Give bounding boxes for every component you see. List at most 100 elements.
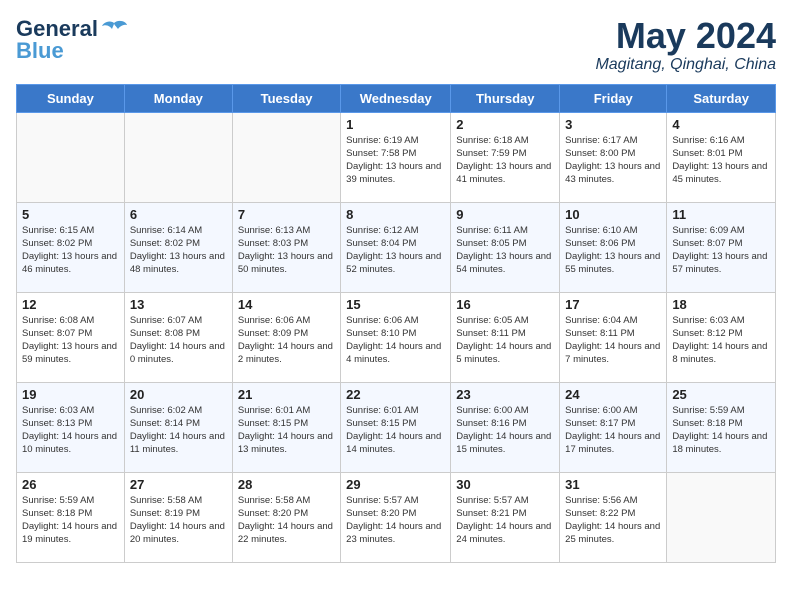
calendar-cell: 9 Sunrise: 6:11 AM Sunset: 8:05 PM Daylig… bbox=[451, 202, 560, 292]
weekday-header: Friday bbox=[560, 84, 667, 112]
cell-sun-info: Sunrise: 6:16 AM Sunset: 8:01 PM Dayligh… bbox=[672, 134, 770, 187]
location-title: Magitang, Qinghai, China bbox=[595, 56, 776, 74]
weekday-header: Monday bbox=[124, 84, 232, 112]
calendar-cell: 5 Sunrise: 6:15 AM Sunset: 8:02 PM Daylig… bbox=[17, 202, 125, 292]
calendar-week-row: 26 Sunrise: 5:59 AM Sunset: 8:18 PM Dayli… bbox=[17, 472, 776, 562]
weekday-header: Sunday bbox=[17, 84, 125, 112]
day-number: 19 bbox=[22, 387, 119, 402]
day-number: 25 bbox=[672, 387, 770, 402]
day-number: 28 bbox=[238, 477, 335, 492]
day-number: 1 bbox=[346, 117, 445, 132]
day-number: 2 bbox=[456, 117, 554, 132]
cell-sun-info: Sunrise: 5:58 AM Sunset: 8:20 PM Dayligh… bbox=[238, 494, 335, 547]
weekday-header: Wednesday bbox=[341, 84, 451, 112]
logo: General Blue bbox=[16, 16, 128, 64]
day-number: 31 bbox=[565, 477, 661, 492]
day-number: 9 bbox=[456, 207, 554, 222]
logo-blue: Blue bbox=[16, 38, 64, 64]
day-number: 11 bbox=[672, 207, 770, 222]
cell-sun-info: Sunrise: 5:59 AM Sunset: 8:18 PM Dayligh… bbox=[672, 404, 770, 457]
day-number: 18 bbox=[672, 297, 770, 312]
calendar-cell: 15 Sunrise: 6:06 AM Sunset: 8:10 PM Dayli… bbox=[341, 292, 451, 382]
page-header: General Blue May 2024 Magitang, Qinghai,… bbox=[16, 16, 776, 74]
calendar-cell: 27Sunrise: 5:58 AM Sunset: 8:19 PM Dayli… bbox=[124, 472, 232, 562]
day-number: 29 bbox=[346, 477, 445, 492]
cell-sun-info: Sunrise: 6:03 AM Sunset: 8:13 PM Dayligh… bbox=[22, 404, 119, 457]
calendar-cell: 16Sunrise: 6:05 AM Sunset: 8:11 PM Dayli… bbox=[451, 292, 560, 382]
calendar-table: SundayMondayTuesdayWednesdayThursdayFrid… bbox=[16, 84, 776, 563]
cell-sun-info: Sunrise: 6:15 AM Sunset: 8:02 PM Dayligh… bbox=[22, 224, 119, 277]
day-number: 7 bbox=[238, 207, 335, 222]
weekday-header-row: SundayMondayTuesdayWednesdayThursdayFrid… bbox=[17, 84, 776, 112]
cell-sun-info: Sunrise: 6:07 AM Sunset: 8:08 PM Dayligh… bbox=[130, 314, 227, 367]
day-number: 26 bbox=[22, 477, 119, 492]
calendar-cell: 8 Sunrise: 6:12 AM Sunset: 8:04 PM Daylig… bbox=[341, 202, 451, 292]
day-number: 5 bbox=[22, 207, 119, 222]
cell-sun-info: Sunrise: 6:06 AM Sunset: 8:09 PM Dayligh… bbox=[238, 314, 335, 367]
calendar-cell: 25 Sunrise: 5:59 AM Sunset: 8:18 PM Dayli… bbox=[667, 382, 776, 472]
calendar-week-row: 19 Sunrise: 6:03 AM Sunset: 8:13 PM Dayli… bbox=[17, 382, 776, 472]
day-number: 30 bbox=[456, 477, 554, 492]
day-number: 20 bbox=[130, 387, 227, 402]
cell-sun-info: Sunrise: 6:00 AM Sunset: 8:17 PM Dayligh… bbox=[565, 404, 661, 457]
calendar-week-row: 12 Sunrise: 6:08 AM Sunset: 8:07 PM Dayli… bbox=[17, 292, 776, 382]
day-number: 10 bbox=[565, 207, 661, 222]
calendar-cell: 30Sunrise: 5:57 AM Sunset: 8:21 PM Dayli… bbox=[451, 472, 560, 562]
calendar-cell: 7 Sunrise: 6:13 AM Sunset: 8:03 PM Daylig… bbox=[232, 202, 340, 292]
day-number: 23 bbox=[456, 387, 554, 402]
cell-sun-info: Sunrise: 6:10 AM Sunset: 8:06 PM Dayligh… bbox=[565, 224, 661, 277]
cell-sun-info: Sunrise: 6:11 AM Sunset: 8:05 PM Dayligh… bbox=[456, 224, 554, 277]
calendar-cell bbox=[232, 112, 340, 202]
cell-sun-info: Sunrise: 5:59 AM Sunset: 8:18 PM Dayligh… bbox=[22, 494, 119, 547]
calendar-cell: 13 Sunrise: 6:07 AM Sunset: 8:08 PM Dayli… bbox=[124, 292, 232, 382]
title-area: May 2024 Magitang, Qinghai, China bbox=[595, 16, 776, 74]
calendar-cell: 29Sunrise: 5:57 AM Sunset: 8:20 PM Dayli… bbox=[341, 472, 451, 562]
month-title: May 2024 bbox=[595, 16, 776, 56]
calendar-week-row: 5 Sunrise: 6:15 AM Sunset: 8:02 PM Daylig… bbox=[17, 202, 776, 292]
calendar-cell bbox=[17, 112, 125, 202]
cell-sun-info: Sunrise: 5:56 AM Sunset: 8:22 PM Dayligh… bbox=[565, 494, 661, 547]
calendar-cell: 4 Sunrise: 6:16 AM Sunset: 8:01 PM Daylig… bbox=[667, 112, 776, 202]
calendar-cell: 12 Sunrise: 6:08 AM Sunset: 8:07 PM Dayli… bbox=[17, 292, 125, 382]
cell-sun-info: Sunrise: 6:09 AM Sunset: 8:07 PM Dayligh… bbox=[672, 224, 770, 277]
cell-sun-info: Sunrise: 6:06 AM Sunset: 8:10 PM Dayligh… bbox=[346, 314, 445, 367]
cell-sun-info: Sunrise: 6:03 AM Sunset: 8:12 PM Dayligh… bbox=[672, 314, 770, 367]
day-number: 15 bbox=[346, 297, 445, 312]
day-number: 3 bbox=[565, 117, 661, 132]
day-number: 4 bbox=[672, 117, 770, 132]
day-number: 14 bbox=[238, 297, 335, 312]
calendar-week-row: 1 Sunrise: 6:19 AM Sunset: 7:58 PM Daylig… bbox=[17, 112, 776, 202]
calendar-cell: 18 Sunrise: 6:03 AM Sunset: 8:12 PM Dayli… bbox=[667, 292, 776, 382]
calendar-cell: 19 Sunrise: 6:03 AM Sunset: 8:13 PM Dayli… bbox=[17, 382, 125, 472]
day-number: 13 bbox=[130, 297, 227, 312]
calendar-cell: 2Sunrise: 6:18 AM Sunset: 7:59 PM Daylig… bbox=[451, 112, 560, 202]
calendar-cell: 11 Sunrise: 6:09 AM Sunset: 8:07 PM Dayli… bbox=[667, 202, 776, 292]
cell-sun-info: Sunrise: 6:17 AM Sunset: 8:00 PM Dayligh… bbox=[565, 134, 661, 187]
calendar-cell: 6 Sunrise: 6:14 AM Sunset: 8:02 PM Daylig… bbox=[124, 202, 232, 292]
calendar-cell: 24Sunrise: 6:00 AM Sunset: 8:17 PM Dayli… bbox=[560, 382, 667, 472]
calendar-cell: 10 Sunrise: 6:10 AM Sunset: 8:06 PM Dayli… bbox=[560, 202, 667, 292]
cell-sun-info: Sunrise: 6:14 AM Sunset: 8:02 PM Dayligh… bbox=[130, 224, 227, 277]
cell-sun-info: Sunrise: 6:08 AM Sunset: 8:07 PM Dayligh… bbox=[22, 314, 119, 367]
cell-sun-info: Sunrise: 6:13 AM Sunset: 8:03 PM Dayligh… bbox=[238, 224, 335, 277]
weekday-header: Saturday bbox=[667, 84, 776, 112]
cell-sun-info: Sunrise: 5:58 AM Sunset: 8:19 PM Dayligh… bbox=[130, 494, 227, 547]
calendar-cell: 20 Sunrise: 6:02 AM Sunset: 8:14 PM Dayli… bbox=[124, 382, 232, 472]
calendar-cell bbox=[124, 112, 232, 202]
calendar-cell: 1 Sunrise: 6:19 AM Sunset: 7:58 PM Daylig… bbox=[341, 112, 451, 202]
calendar-cell: 17Sunrise: 6:04 AM Sunset: 8:11 PM Dayli… bbox=[560, 292, 667, 382]
calendar-cell: 23Sunrise: 6:00 AM Sunset: 8:16 PM Dayli… bbox=[451, 382, 560, 472]
cell-sun-info: Sunrise: 6:19 AM Sunset: 7:58 PM Dayligh… bbox=[346, 134, 445, 187]
cell-sun-info: Sunrise: 6:12 AM Sunset: 8:04 PM Dayligh… bbox=[346, 224, 445, 277]
day-number: 12 bbox=[22, 297, 119, 312]
cell-sun-info: Sunrise: 6:04 AM Sunset: 8:11 PM Dayligh… bbox=[565, 314, 661, 367]
cell-sun-info: Sunrise: 6:01 AM Sunset: 8:15 PM Dayligh… bbox=[238, 404, 335, 457]
cell-sun-info: Sunrise: 6:02 AM Sunset: 8:14 PM Dayligh… bbox=[130, 404, 227, 457]
day-number: 8 bbox=[346, 207, 445, 222]
day-number: 21 bbox=[238, 387, 335, 402]
day-number: 6 bbox=[130, 207, 227, 222]
calendar-cell: 3 Sunrise: 6:17 AM Sunset: 8:00 PM Daylig… bbox=[560, 112, 667, 202]
day-number: 16 bbox=[456, 297, 554, 312]
calendar-cell: 31 Sunrise: 5:56 AM Sunset: 8:22 PM Dayli… bbox=[560, 472, 667, 562]
calendar-cell: 26 Sunrise: 5:59 AM Sunset: 8:18 PM Dayli… bbox=[17, 472, 125, 562]
